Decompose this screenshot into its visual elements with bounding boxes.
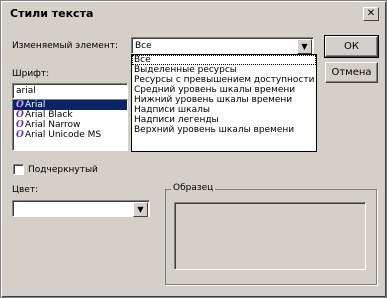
truetype-icon: O [16,120,24,130]
color-label: Цвет: [12,185,39,195]
font-name: Arial Unicode MS [25,130,102,140]
dropdown-option[interactable]: Выделенные ресурсы [132,65,316,75]
underline-label: Подчеркнутый [28,165,98,175]
truetype-icon: O [16,130,24,140]
sample-group: Образец [165,183,377,285]
font-list-item[interactable]: OArial Unicode MS [13,130,127,140]
font-list-item[interactable]: OArial Black [13,110,127,120]
font-input[interactable]: arial [12,83,128,99]
cancel-button[interactable]: Отмена [325,62,378,83]
close-icon[interactable]: ✕ [363,7,379,21]
sample-preview [174,202,366,270]
element-dropdown-list[interactable]: Все Выделенные ресурсы Ресурсы с превыше… [131,54,317,152]
dropdown-option[interactable]: Все [132,55,316,65]
dropdown-option[interactable]: Ресурсы с превышением доступности [132,75,316,85]
chevron-down-icon[interactable]: ▼ [297,39,312,54]
color-select[interactable]: ▼ [12,200,150,217]
element-select[interactable]: Все ▼ [131,37,314,54]
truetype-icon: O [16,100,24,110]
dropdown-option[interactable]: Надписи легенды [132,115,316,125]
font-label: Шрифт: [12,69,50,79]
font-list-item[interactable]: OArial [13,100,127,110]
sample-label: Образец [171,183,216,193]
font-name: Arial [25,100,46,110]
font-name: Arial Narrow [25,120,81,130]
text-styles-dialog: Стили текста ✕ Изменяемый элемент: Все ▼… [0,0,387,298]
title-bar: Стили текста ✕ [4,4,383,22]
underline-checkbox[interactable] [13,164,24,175]
element-label: Изменяемый элемент: [12,41,119,51]
dropdown-option[interactable]: Верхний уровень шкалы времени [132,125,316,135]
ok-button[interactable]: ОК [324,35,379,58]
dropdown-option[interactable]: Нижний уровень шкалы времени [132,95,316,105]
font-list-item[interactable]: OArial Narrow [13,120,127,130]
dropdown-option[interactable]: Надписи шкалы [132,105,316,115]
dropdown-option[interactable]: Средний уровень шкалы времени [132,85,316,95]
font-input-value: arial [16,86,36,96]
element-select-value: Все [135,41,152,51]
chevron-down-icon[interactable]: ▼ [133,202,148,217]
font-name: Arial Black [25,110,73,120]
font-list[interactable]: OArial OArial Black OArial Narrow OArial… [12,99,128,151]
dialog-title: Стили текста [10,7,94,20]
truetype-icon: O [16,110,24,120]
